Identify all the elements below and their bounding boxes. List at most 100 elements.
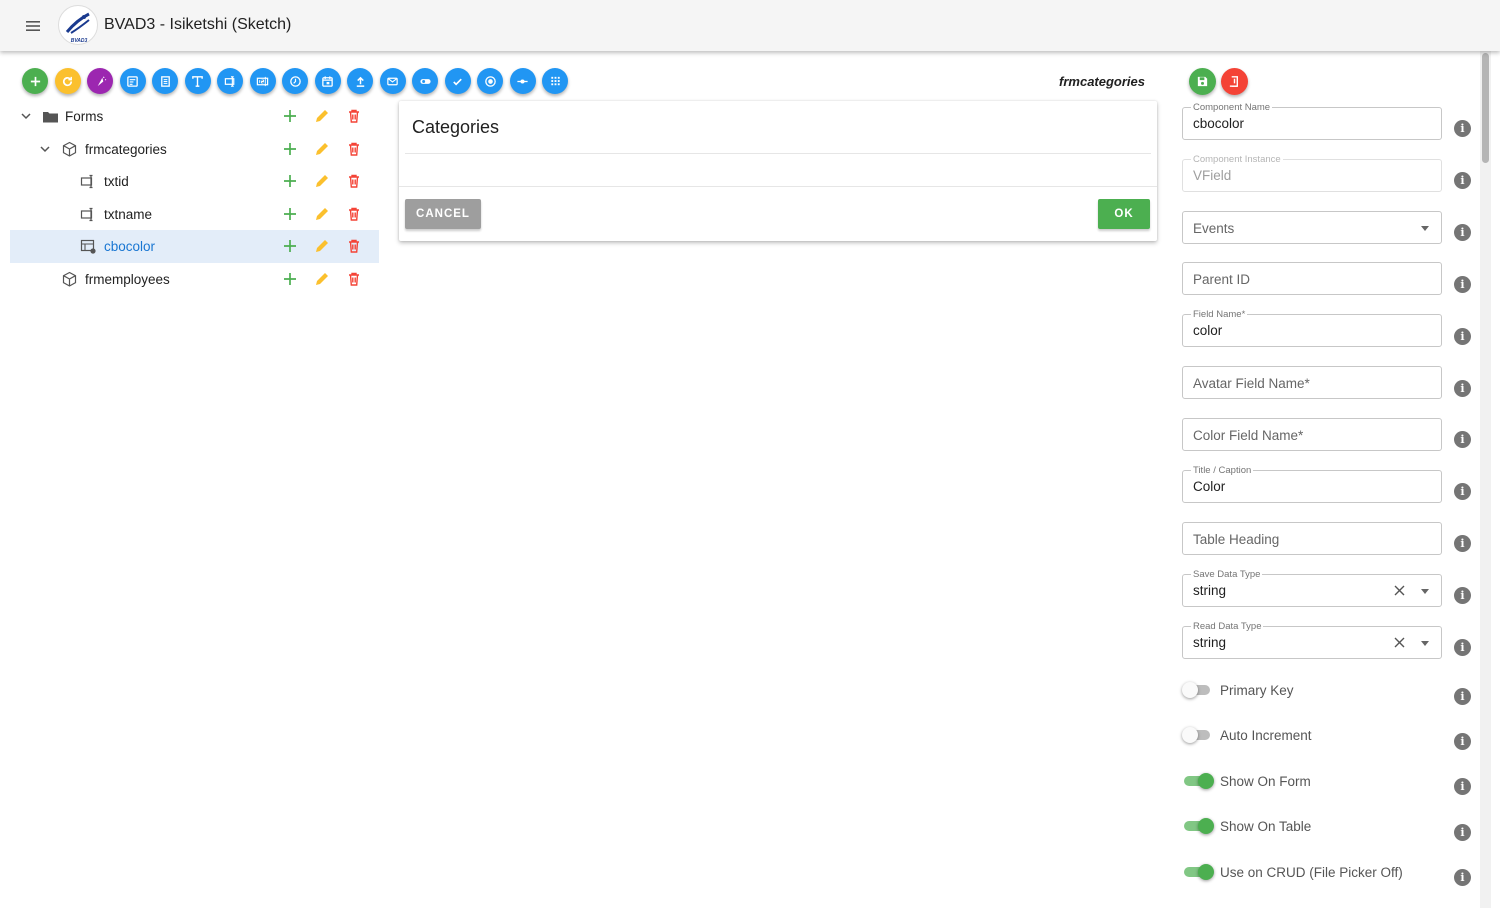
- info-icon[interactable]: i: [1454, 276, 1471, 293]
- title-caption-field[interactable]: Title / Caption Color: [1182, 465, 1442, 503]
- auto-increment-switch[interactable]: [1182, 725, 1212, 745]
- add-form-layout-button[interactable]: [119, 68, 146, 94]
- pencil-icon[interactable]: [314, 108, 330, 124]
- refresh-button[interactable]: [54, 68, 81, 94]
- trash-icon[interactable]: [346, 141, 362, 157]
- add-text-field-button[interactable]: [184, 68, 211, 94]
- field-label: Save Data Type: [1191, 569, 1263, 580]
- trash-icon[interactable]: [346, 108, 362, 124]
- pencil-icon[interactable]: [314, 238, 330, 254]
- magic-button[interactable]: [87, 68, 113, 94]
- save-data-type-select[interactable]: Save Data Type string: [1182, 569, 1442, 607]
- tree-item-frmcategories[interactable]: frmcategories: [10, 133, 379, 166]
- add-email-field-button[interactable]: [379, 68, 406, 94]
- info-icon[interactable]: i: [1454, 688, 1471, 705]
- dropdown-arrow-icon[interactable]: [1421, 589, 1429, 594]
- add-icon[interactable]: [282, 108, 298, 124]
- combobox-icon: [80, 239, 96, 254]
- add-numeric-field-button[interactable]: [249, 68, 276, 94]
- clear-icon[interactable]: [1393, 584, 1406, 597]
- page-scrollbar[interactable]: [1480, 51, 1491, 908]
- info-icon[interactable]: i: [1454, 380, 1471, 397]
- ok-button[interactable]: OK: [1098, 199, 1150, 229]
- numeric-field-icon: [256, 76, 269, 86]
- add-checkbox-button[interactable]: [444, 68, 471, 94]
- info-icon[interactable]: i: [1454, 120, 1471, 137]
- add-form-button[interactable]: [22, 68, 48, 94]
- pencil-icon[interactable]: [314, 206, 330, 222]
- dropdown-arrow-icon[interactable]: [1421, 226, 1429, 231]
- tree-item-forms[interactable]: Forms: [10, 100, 379, 133]
- form-preview-card: Categories CANCEL OK: [399, 101, 1157, 241]
- add-grid-button[interactable]: [542, 68, 568, 94]
- menu-button[interactable]: [20, 13, 46, 39]
- add-date-field-button[interactable]: [314, 68, 341, 94]
- add-icon[interactable]: [282, 206, 298, 222]
- read-data-type-select[interactable]: Read Data Type string: [1182, 621, 1442, 659]
- info-icon[interactable]: i: [1454, 328, 1471, 345]
- exit-button[interactable]: [1221, 68, 1248, 95]
- add-textbox-button[interactable]: [217, 68, 243, 94]
- info-icon[interactable]: i: [1454, 778, 1471, 795]
- save-button[interactable]: [1189, 68, 1216, 95]
- dropdown-arrow-icon[interactable]: [1421, 641, 1429, 646]
- tree-item-frmemployees[interactable]: frmemployees: [10, 263, 379, 296]
- add-icon[interactable]: [282, 173, 298, 189]
- textbox-icon: [80, 174, 93, 189]
- show-on-form-switch[interactable]: [1182, 771, 1214, 791]
- info-icon[interactable]: i: [1454, 483, 1471, 500]
- color-field-name-field[interactable]: Color Field Name*: [1182, 418, 1442, 451]
- add-icon[interactable]: [282, 141, 298, 157]
- check-icon: [453, 78, 462, 85]
- trash-icon[interactable]: [346, 206, 362, 222]
- parent-id-field[interactable]: Parent ID: [1182, 262, 1442, 295]
- field-name-field[interactable]: Field Name* color: [1182, 309, 1442, 347]
- component-name-field[interactable]: Component Name cbocolor: [1182, 102, 1442, 140]
- info-icon[interactable]: i: [1454, 535, 1471, 552]
- add-switch-button[interactable]: [412, 68, 438, 94]
- add-radio-button[interactable]: [477, 68, 503, 94]
- info-icon[interactable]: i: [1454, 172, 1471, 189]
- scrollbar-thumb[interactable]: [1482, 53, 1489, 163]
- pencil-icon[interactable]: [314, 271, 330, 287]
- show-on-table-switch[interactable]: [1182, 816, 1214, 836]
- use-on-crud-switch[interactable]: [1182, 862, 1214, 882]
- field-placeholder: Events: [1193, 221, 1235, 236]
- tree-item-txtid[interactable]: txtid: [10, 165, 379, 198]
- tree-item-cbocolor[interactable]: cbocolor: [10, 230, 379, 263]
- trash-icon[interactable]: [346, 238, 362, 254]
- info-icon[interactable]: i: [1454, 869, 1471, 886]
- primary-key-switch[interactable]: [1182, 680, 1212, 700]
- table-heading-field[interactable]: Table Heading: [1182, 522, 1442, 555]
- calendar-icon: [322, 75, 333, 87]
- trash-icon[interactable]: [346, 173, 362, 189]
- switch-label: Show On Form: [1220, 774, 1311, 789]
- avatar-field-name-field[interactable]: Avatar Field Name*: [1182, 366, 1442, 399]
- info-icon[interactable]: i: [1454, 224, 1471, 241]
- chevron-down-icon[interactable]: [38, 142, 52, 156]
- add-file-upload-button[interactable]: [347, 68, 373, 94]
- clear-icon[interactable]: [1393, 636, 1406, 649]
- add-slider-button[interactable]: [509, 68, 536, 94]
- field-value: string: [1193, 583, 1227, 598]
- email-icon: [387, 77, 398, 85]
- pencil-icon[interactable]: [314, 141, 330, 157]
- events-select[interactable]: Events: [1182, 211, 1442, 244]
- divider: [399, 186, 1157, 187]
- tree-item-txtname[interactable]: txtname: [10, 198, 379, 231]
- add-icon[interactable]: [282, 271, 298, 287]
- add-list-button[interactable]: [152, 68, 178, 94]
- info-icon[interactable]: i: [1454, 431, 1471, 448]
- chevron-down-icon[interactable]: [19, 109, 33, 123]
- pencil-icon[interactable]: [314, 173, 330, 189]
- info-icon[interactable]: i: [1454, 824, 1471, 841]
- info-icon[interactable]: i: [1454, 639, 1471, 656]
- textbox-icon: [224, 75, 234, 87]
- trash-icon[interactable]: [346, 271, 362, 287]
- cancel-button[interactable]: CANCEL: [405, 199, 481, 229]
- info-icon[interactable]: i: [1454, 733, 1471, 750]
- slider-icon: [517, 78, 528, 84]
- add-time-field-button[interactable]: [282, 68, 308, 94]
- add-icon[interactable]: [282, 238, 298, 254]
- info-icon[interactable]: i: [1454, 587, 1471, 604]
